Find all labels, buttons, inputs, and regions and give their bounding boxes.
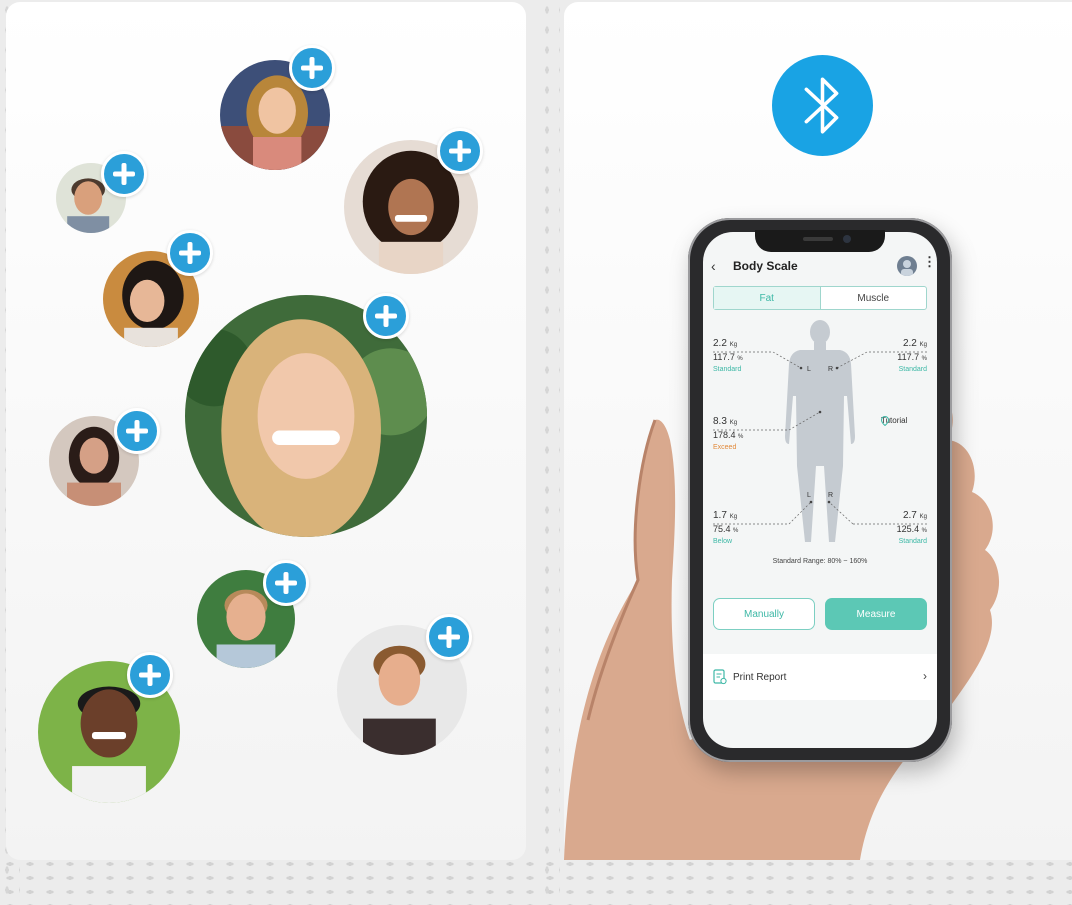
pct-unit: % <box>733 528 739 534</box>
kg-unit: Kg <box>919 342 927 348</box>
print-report-row[interactable]: Print Report › <box>703 654 937 700</box>
phone-notch <box>755 230 885 252</box>
add-profile-5-button[interactable] <box>363 293 409 339</box>
body-composition-map: L R L R 2.2 Kg 117.7 % Standard 2.2 Kg 1… <box>703 316 937 596</box>
right-leg-status: Standard <box>898 538 927 545</box>
kg-unit: Kg <box>729 420 738 426</box>
left-leg-kg: 1.7 <box>713 510 727 521</box>
left-arm-kg: 2.2 <box>713 338 727 349</box>
right-leg-metric: 2.7 Kg 125.4 % Standard <box>897 510 927 546</box>
right-arm-status: Standard <box>898 366 927 373</box>
kg-unit: Kg <box>729 514 738 520</box>
add-profile-7-button[interactable] <box>263 560 309 606</box>
print-report-label: Print Report <box>733 671 787 683</box>
left-arm-status: Standard <box>713 366 742 373</box>
right-arm-metric: 2.2 Kg 117.7 % Standard <box>897 338 927 374</box>
right-arm-pct: 117.7 <box>897 352 920 362</box>
app-title: Body Scale <box>733 259 798 273</box>
user-avatar-icon[interactable] <box>897 256 917 276</box>
chevron-right-icon: › <box>923 669 927 683</box>
left-leg-status: Below <box>713 538 733 545</box>
arm-left-label: L <box>807 366 811 373</box>
pct-unit: % <box>737 356 743 362</box>
left-leg-pct: 75.4 <box>713 524 731 534</box>
report-icon <box>713 669 727 685</box>
trunk-kg: 8.3 <box>713 416 727 427</box>
fat-muscle-toggle: Fat Muscle <box>713 286 927 310</box>
app-bar: ‹ Body Scale ⋮ <box>711 255 936 276</box>
kg-unit: Kg <box>729 342 738 348</box>
left-arm-pct: 117.7 <box>713 352 735 362</box>
kg-unit: Kg <box>919 514 927 520</box>
right-leg-kg: 2.7 <box>902 510 917 521</box>
bluetooth-icon <box>772 55 873 156</box>
pct-unit: % <box>738 434 744 440</box>
add-profile-4-button[interactable] <box>167 230 213 276</box>
standard-range-text: Standard Range: 80% ~ 160% <box>772 558 868 565</box>
trunk-pct: 178.4 <box>713 430 736 440</box>
measure-button[interactable]: Measure <box>825 598 927 630</box>
manually-button[interactable]: Manually <box>713 598 815 630</box>
add-profile-9-button[interactable] <box>127 652 173 698</box>
tab-fat[interactable]: Fat <box>714 287 821 309</box>
add-profile-6-button[interactable] <box>114 408 160 454</box>
background-dots-vertical <box>540 0 560 905</box>
back-icon[interactable]: ‹ <box>711 259 725 273</box>
trunk-status: Exceed <box>713 444 737 451</box>
leg-right-label: R <box>828 492 834 499</box>
add-profile-2-button[interactable] <box>437 128 483 174</box>
add-profile-8-button[interactable] <box>426 614 472 660</box>
trunk-metric: 8.3 Kg 178.4 % Exceed <box>713 416 743 452</box>
background-dots <box>0 857 1072 905</box>
right-arm-kg: 2.2 <box>902 338 917 349</box>
tab-muscle[interactable]: Muscle <box>821 287 927 309</box>
leg-left-label: L <box>807 492 811 499</box>
location-pin-icon <box>881 416 889 426</box>
tutorial-link[interactable]: Tutorial <box>881 416 907 426</box>
left-leg-metric: 1.7 Kg 75.4 % Below <box>713 510 738 546</box>
add-profile-1-button[interactable] <box>289 45 335 91</box>
pct-unit: % <box>921 528 927 534</box>
pct-unit: % <box>921 356 927 362</box>
phone-screen: ‹ Body Scale ⋮ Fat Muscle L R L R 2.2 Kg… <box>703 232 937 748</box>
left-arm-metric: 2.2 Kg 117.7 % Standard <box>713 338 743 374</box>
arm-right-label: R <box>828 366 834 373</box>
add-profile-3-button[interactable] <box>101 151 147 197</box>
right-leg-pct: 125.4 <box>896 524 920 534</box>
more-icon[interactable]: ⋮ <box>923 255 936 274</box>
